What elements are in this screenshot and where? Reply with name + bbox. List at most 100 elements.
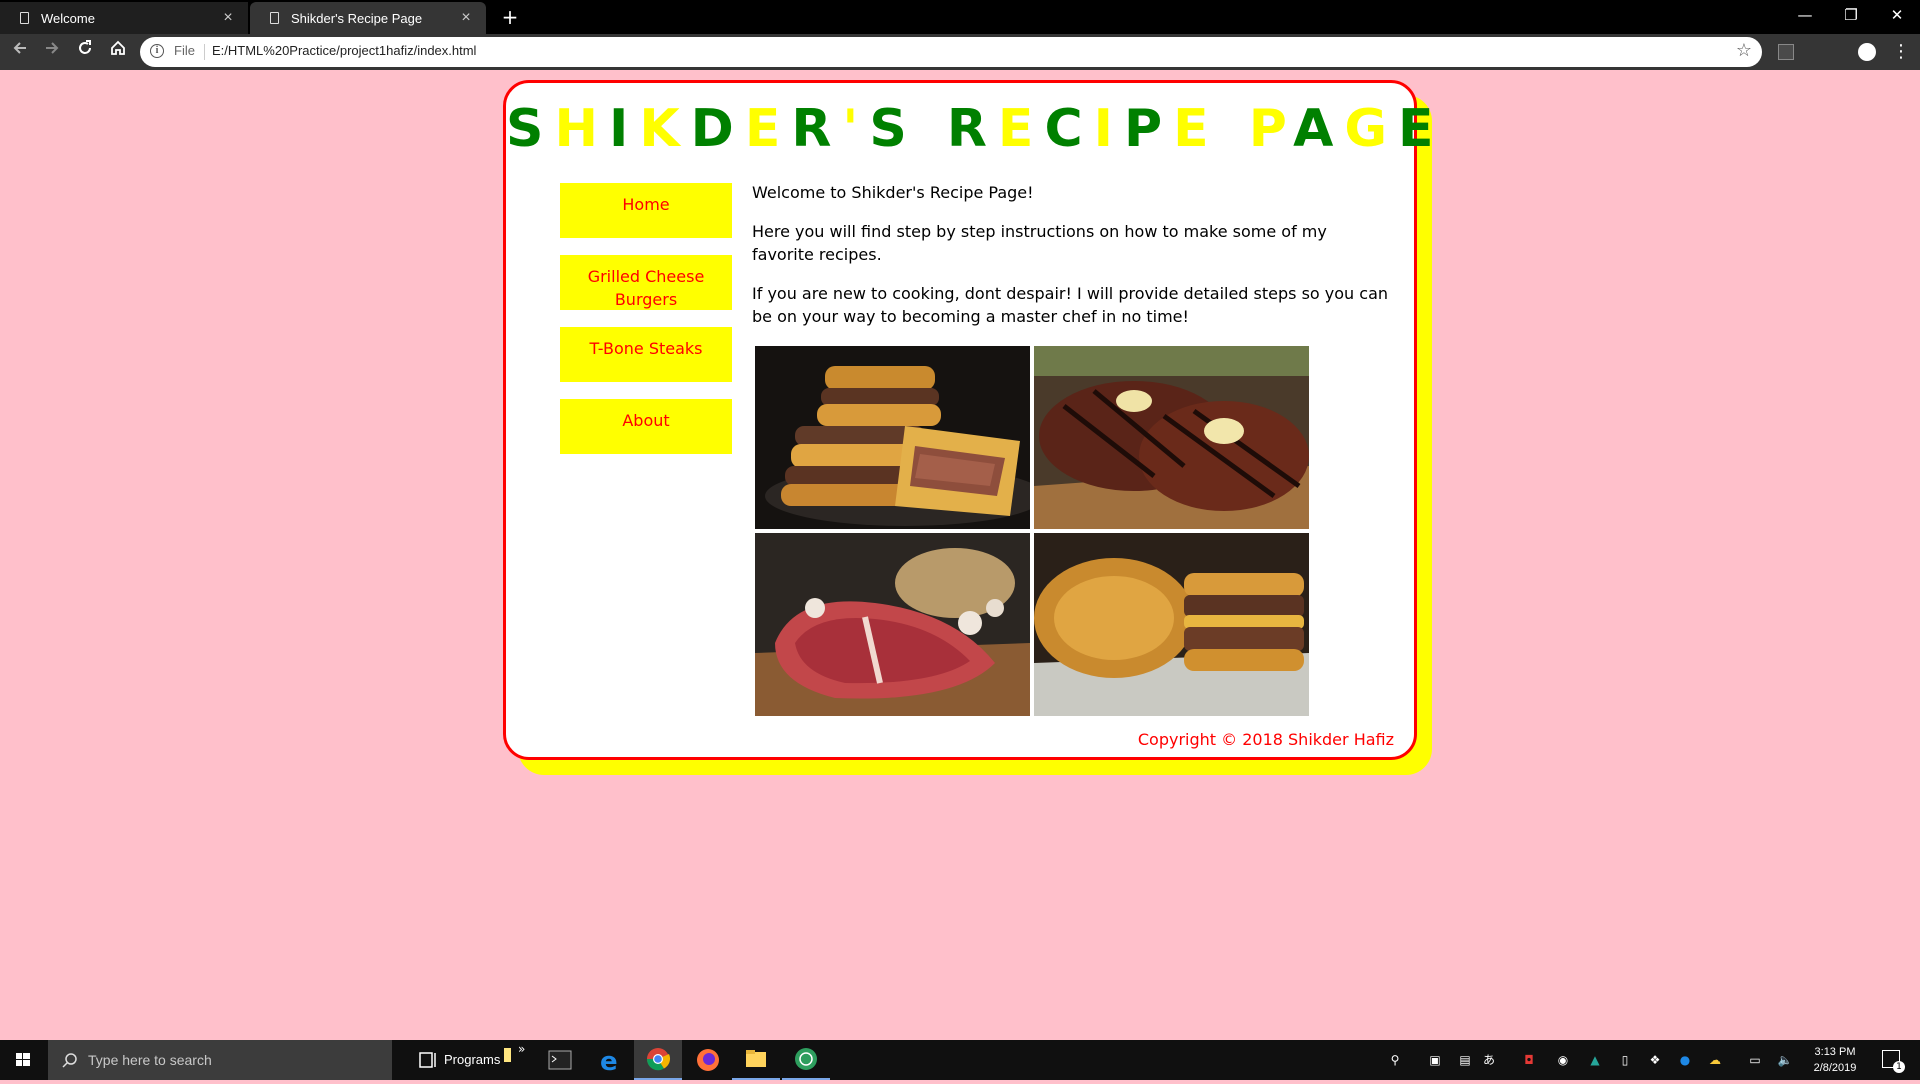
title-letter: G <box>1344 99 1399 159</box>
network-icon[interactable]: ▭ <box>1744 1040 1766 1080</box>
nav-home-button[interactable]: Home <box>560 183 732 238</box>
main-content: Welcome to Shikder's Recipe Page! Here y… <box>752 181 1392 344</box>
title-letter: P <box>1248 99 1294 159</box>
nav-about-button[interactable]: About <box>560 399 732 454</box>
taskbar-app-green[interactable] <box>782 1040 830 1080</box>
mcafee-icon[interactable]: ◘ <box>1518 1040 1540 1080</box>
tray-cloud-icon[interactable]: ☁ <box>1704 1040 1726 1080</box>
taskbar-terminal[interactable] <box>536 1040 584 1080</box>
globe-app-icon <box>795 1048 817 1070</box>
edge-icon: e <box>600 1047 618 1077</box>
tray-language-icon[interactable]: あ <box>1478 1040 1500 1080</box>
url-text[interactable]: E:/HTML%20Practice/project1hafiz/index.h… <box>212 43 476 58</box>
tab-welcome[interactable]: Welcome × <box>0 2 248 34</box>
programs-toolbar-label[interactable]: Programs <box>444 1052 500 1067</box>
volume-icon[interactable]: 🔈 <box>1774 1040 1796 1080</box>
divider <box>204 44 205 60</box>
taskbar-chrome[interactable] <box>634 1040 682 1080</box>
clock-time: 3:13 PM <box>1814 1046 1856 1058</box>
raw-steak-photo <box>755 533 1030 716</box>
new-tab-button[interactable]: + <box>498 4 522 30</box>
people-icon[interactable]: ⚲ <box>1384 1040 1406 1080</box>
recipe-card: SHIKDER'S RECIPE PAGE Home Grilled Chees… <box>503 80 1434 760</box>
restore-button[interactable]: ❐ <box>1828 0 1874 30</box>
title-letter: I <box>608 99 640 159</box>
search-icon <box>62 1053 77 1068</box>
taskbar-search-box[interactable]: Type here to search <box>48 1040 392 1080</box>
file-explorer-icon <box>746 1050 766 1067</box>
folder-icon[interactable] <box>504 1048 511 1062</box>
nav-label: Grilled Cheese Burgers <box>587 267 705 309</box>
tray-shield-icon[interactable]: ◉ <box>1552 1040 1574 1080</box>
reload-icon <box>79 40 91 54</box>
title-letter <box>918 99 947 159</box>
chevron-right-icon[interactable]: » <box>518 1042 525 1056</box>
dropbox-icon[interactable]: ❖ <box>1644 1040 1666 1080</box>
back-arrow-icon <box>13 42 26 54</box>
forward-arrow-icon <box>46 42 59 54</box>
close-window-button[interactable]: ✕ <box>1874 0 1920 30</box>
tray-app-icon[interactable]: ▣ <box>1424 1040 1446 1080</box>
tab-title: Shikder's Recipe Page <box>291 10 423 26</box>
tab-recipe-page[interactable]: Shikder's Recipe Page × <box>250 2 486 34</box>
nav-t-bone-steaks-button[interactable]: T-Bone Steaks <box>560 327 732 382</box>
clock-date: 2/8/2019 <box>1813 1062 1857 1074</box>
back-button[interactable] <box>6 38 34 66</box>
taskbar-file-explorer[interactable] <box>732 1040 780 1080</box>
firefox-icon <box>697 1049 719 1071</box>
title-letter: S <box>869 99 918 159</box>
title-letter: C <box>1044 99 1094 159</box>
intro-text: Here you will find step by step instruct… <box>752 222 1327 264</box>
document-icon <box>270 12 279 24</box>
title-letter: P <box>1123 99 1174 159</box>
title-letter: A <box>1293 99 1345 159</box>
nav-label: Home <box>622 195 670 214</box>
close-tab-icon[interactable]: × <box>220 9 236 27</box>
tab-title: Welcome <box>41 10 95 26</box>
windows-taskbar: Type here to search Programs » e ⚲ ▣ ▤ あ… <box>0 1040 1920 1080</box>
minimize-button[interactable]: — <box>1782 0 1828 30</box>
document-icon <box>20 12 29 24</box>
nav-label: About <box>622 411 670 430</box>
title-letter: E <box>997 99 1045 159</box>
title-letter: D <box>690 99 745 159</box>
title-letter: ' <box>842 99 870 159</box>
account-icon[interactable] <box>1858 43 1876 61</box>
close-tab-icon[interactable]: × <box>458 9 474 27</box>
notifications-icon[interactable]: 1 <box>1882 1050 1905 1073</box>
browser-toolbar: i File E:/HTML%20Practice/project1hafiz/… <box>0 34 1920 70</box>
forward-button[interactable] <box>38 38 66 66</box>
tray-f-icon[interactable]: ● <box>1674 1040 1696 1080</box>
title-letter: R <box>791 99 843 159</box>
info-icon[interactable]: i <box>150 44 164 58</box>
page-title: SHIKDER'S RECIPE PAGE <box>506 97 1434 161</box>
tray-a-icon[interactable]: ▲ <box>1584 1040 1606 1080</box>
notification-badge: 1 <box>1893 1061 1905 1073</box>
home-icon <box>111 40 125 55</box>
system-clock[interactable]: 3:13 PM 2/8/2019 <box>1800 1044 1870 1076</box>
title-letter: E <box>1173 99 1220 159</box>
title-letter: E <box>744 99 792 159</box>
extension-icon[interactable] <box>1778 44 1794 60</box>
start-button[interactable] <box>0 1040 46 1080</box>
kebab-menu-icon[interactable]: ⋮ <box>1892 38 1910 66</box>
welcome-text: Welcome to Shikder's Recipe Page! <box>752 183 1034 202</box>
copyright-footer: Copyright © 2018 Shikder Hafiz <box>1137 730 1394 749</box>
nav-label: T-Bone Steaks <box>589 339 703 358</box>
title-letter: H <box>554 99 609 159</box>
usb-icon[interactable]: ▯ <box>1614 1040 1636 1080</box>
tray-monitor-icon[interactable]: ▤ <box>1454 1040 1476 1080</box>
taskbar-firefox[interactable] <box>684 1040 732 1080</box>
terminal-icon <box>548 1050 572 1070</box>
taskbar-edge[interactable]: e <box>586 1040 634 1080</box>
search-placeholder: Type here to search <box>88 1052 212 1068</box>
address-bar[interactable]: i File E:/HTML%20Practice/project1hafiz/… <box>140 37 1762 67</box>
title-letter: I <box>1093 99 1124 159</box>
reload-button[interactable] <box>71 38 99 66</box>
home-button[interactable] <box>104 38 132 66</box>
encourage-text: If you are new to cooking, dont despair!… <box>752 284 1389 326</box>
title-letter: K <box>639 99 691 159</box>
nav-grilled-cheese-burgers-button[interactable]: Grilled Cheese Burgers <box>560 255 732 310</box>
title-letter: E <box>1398 99 1445 159</box>
bookmark-star-icon[interactable]: ☆ <box>1736 40 1752 61</box>
